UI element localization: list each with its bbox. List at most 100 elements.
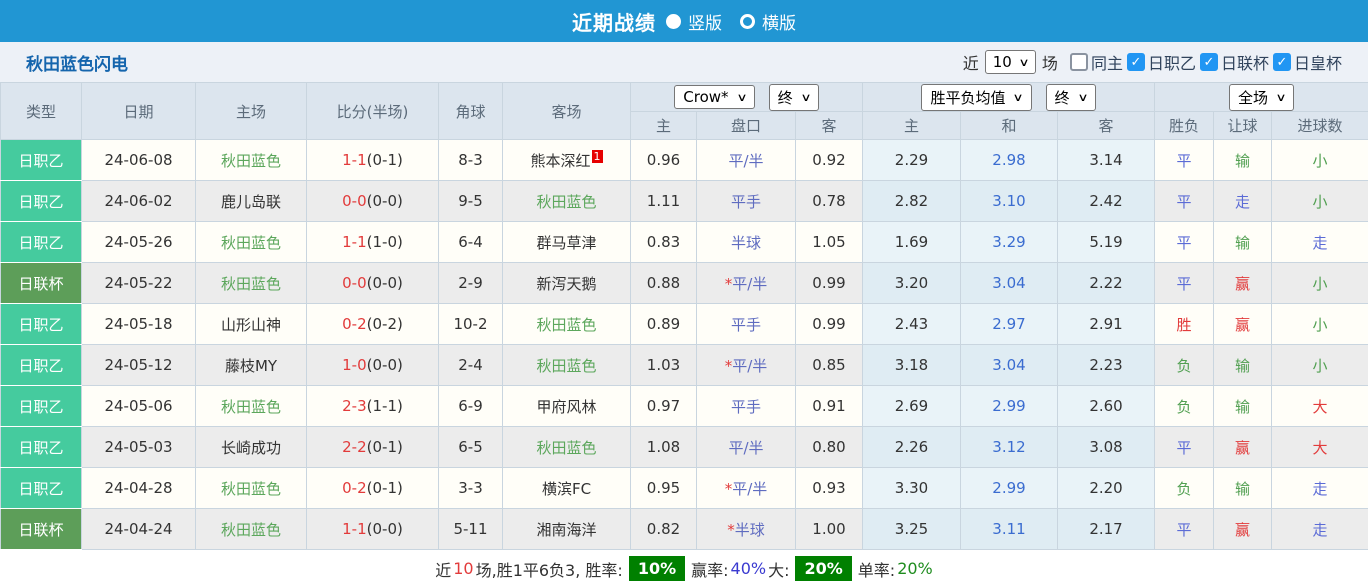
match-row: 日联杯24-04-24秋田蓝色1-1(0-0)5-11湘南海洋0.82*半球1.… bbox=[1, 509, 1368, 550]
cell-result: 平 bbox=[1155, 222, 1214, 263]
cell-result: 平 bbox=[1155, 263, 1214, 304]
chevron-down-icon: ∨ bbox=[1275, 91, 1286, 104]
odds-header-group: Crow* ∨ 终 ∨ bbox=[631, 83, 863, 112]
avg-type-select[interactable]: 胜平负均值 ∨ bbox=[921, 84, 1031, 111]
cell-avg-away: 3.08 bbox=[1058, 427, 1155, 468]
view-radio-group: 竖版 横版 bbox=[662, 9, 796, 34]
full-time-score: 2-3 bbox=[342, 397, 367, 415]
cell-handicap: *平/半 bbox=[697, 263, 796, 304]
chevron-down-icon: ∨ bbox=[736, 91, 747, 104]
cell-avg-draw: 3.04 bbox=[961, 263, 1058, 304]
match-row: 日职乙24-06-08秋田蓝色1-1(0-1)8-3熊本深红10.96平/半0.… bbox=[1, 140, 1368, 181]
matches-label: 场 bbox=[1042, 50, 1058, 74]
sub-header-avg-draw: 和 bbox=[961, 112, 1058, 140]
cell-handicap-result: 输 bbox=[1214, 468, 1272, 509]
cell-date: 24-04-24 bbox=[82, 509, 196, 550]
summary-text: 场,胜1平6负3, 胜率: bbox=[476, 557, 623, 581]
cell-home-team: 藤枝MY bbox=[196, 345, 307, 386]
cell-handicap: *平/半 bbox=[697, 345, 796, 386]
half-time-score: (0-1) bbox=[367, 479, 403, 497]
full-time-score: 1-1 bbox=[342, 520, 367, 538]
half-time-score: (1-0) bbox=[367, 233, 403, 251]
cell-avg-away: 3.14 bbox=[1058, 140, 1155, 181]
cell-competition-type: 日联杯 bbox=[1, 263, 82, 304]
filter-checkbox-item[interactable]: ✓日皇杯 bbox=[1273, 50, 1342, 74]
view-radio-option[interactable]: 横版 bbox=[740, 9, 796, 34]
cell-competition-type: 日职乙 bbox=[1, 304, 82, 345]
radio-icon[interactable] bbox=[666, 14, 681, 29]
summary-text: 20% bbox=[897, 559, 933, 578]
cell-date: 24-05-26 bbox=[82, 222, 196, 263]
cell-home-team: 秋田蓝色 bbox=[196, 222, 307, 263]
cell-goals: 小 bbox=[1272, 140, 1368, 181]
radio-icon[interactable] bbox=[740, 14, 755, 29]
sub-header-result: 胜负 bbox=[1155, 112, 1214, 140]
scope-select[interactable]: 全场 ∨ bbox=[1229, 84, 1294, 111]
col-header-home: 主场 bbox=[196, 83, 307, 140]
radio-label: 竖版 bbox=[688, 9, 722, 34]
cell-avg-home: 2.29 bbox=[863, 140, 961, 181]
match-row: 日职乙24-06-02鹿儿岛联0-0(0-0)9-5秋田蓝色1.11平手0.78… bbox=[1, 181, 1368, 222]
checkbox-label: 日联杯 bbox=[1221, 50, 1269, 74]
recent-count-select[interactable]: 10 ∨ bbox=[985, 50, 1036, 74]
filter-checkboxes: 同主✓日职乙✓日联杯✓日皇杯 bbox=[1070, 50, 1342, 74]
cell-result: 负 bbox=[1155, 345, 1214, 386]
cell-avg-away: 2.91 bbox=[1058, 304, 1155, 345]
view-radio-selected[interactable]: 竖版 bbox=[666, 9, 722, 34]
cell-date: 24-05-18 bbox=[82, 304, 196, 345]
full-time-score: 0-2 bbox=[342, 315, 367, 333]
cell-date: 24-05-12 bbox=[82, 345, 196, 386]
filter-checkbox-item[interactable]: 同主 bbox=[1070, 50, 1123, 74]
cell-goals: 走 bbox=[1272, 468, 1368, 509]
checkbox-checked-icon[interactable]: ✓ bbox=[1200, 53, 1218, 71]
cell-avg-away: 2.23 bbox=[1058, 345, 1155, 386]
cell-result: 胜 bbox=[1155, 304, 1214, 345]
cell-avg-draw: 3.11 bbox=[961, 509, 1058, 550]
cell-handicap: 平手 bbox=[697, 386, 796, 427]
cell-home-team: 秋田蓝色 bbox=[196, 509, 307, 550]
cell-home-team: 山形山神 bbox=[196, 304, 307, 345]
odds-stage-select[interactable]: 终 ∨ bbox=[769, 84, 819, 111]
avg-stage-select[interactable]: 终 ∨ bbox=[1046, 84, 1096, 111]
cell-avg-away: 2.17 bbox=[1058, 509, 1155, 550]
sub-header-odds-home: 主 bbox=[631, 112, 697, 140]
cell-handicap-result: 输 bbox=[1214, 140, 1272, 181]
cell-avg-home: 2.43 bbox=[863, 304, 961, 345]
summary-text: 40% bbox=[731, 559, 767, 578]
match-row: 日职乙24-05-26秋田蓝色1-1(1-0)6-4群马草津0.83半球1.05… bbox=[1, 222, 1368, 263]
cell-avg-draw: 3.29 bbox=[961, 222, 1058, 263]
sub-header-avg-home: 主 bbox=[863, 112, 961, 140]
cell-date: 24-04-28 bbox=[82, 468, 196, 509]
checkbox-checked-icon[interactable]: ✓ bbox=[1273, 53, 1291, 71]
handicap-text: 平手 bbox=[731, 193, 761, 211]
checkbox-label: 同主 bbox=[1091, 50, 1123, 74]
cell-handicap: 平手 bbox=[697, 181, 796, 222]
half-time-score: (0-0) bbox=[367, 520, 403, 538]
cell-away-team: 新泻天鹅 bbox=[503, 263, 631, 304]
cell-odds-away: 0.99 bbox=[796, 304, 863, 345]
cell-odds-home: 0.97 bbox=[631, 386, 697, 427]
cell-avg-away: 2.42 bbox=[1058, 181, 1155, 222]
cell-avg-draw: 3.12 bbox=[961, 427, 1058, 468]
checkbox-checked-icon[interactable]: ✓ bbox=[1127, 53, 1145, 71]
cell-competition-type: 日职乙 bbox=[1, 222, 82, 263]
rate-badge: 20% bbox=[795, 556, 851, 581]
cell-odds-home: 1.11 bbox=[631, 181, 697, 222]
radio-label: 横版 bbox=[762, 9, 796, 34]
odds-provider-select[interactable]: Crow* ∨ bbox=[674, 85, 754, 109]
cell-score: 0-2(0-1) bbox=[307, 468, 439, 509]
cell-goals: 大 bbox=[1272, 427, 1368, 468]
filter-checkbox-item[interactable]: ✓日联杯 bbox=[1200, 50, 1269, 74]
cell-score: 1-1(0-1) bbox=[307, 140, 439, 181]
cell-handicap-result: 赢 bbox=[1214, 263, 1272, 304]
odds-provider-value: Crow* bbox=[683, 88, 728, 106]
cell-handicap: *半球 bbox=[697, 509, 796, 550]
col-header-date: 日期 bbox=[82, 83, 196, 140]
full-time-score: 1-1 bbox=[342, 233, 367, 251]
filter-checkbox-item[interactable]: ✓日职乙 bbox=[1127, 50, 1196, 74]
col-header-type: 类型 bbox=[1, 83, 82, 140]
checkbox-unchecked-icon[interactable] bbox=[1070, 53, 1088, 71]
cell-score: 2-3(1-1) bbox=[307, 386, 439, 427]
cell-competition-type: 日联杯 bbox=[1, 509, 82, 550]
cell-odds-home: 0.95 bbox=[631, 468, 697, 509]
